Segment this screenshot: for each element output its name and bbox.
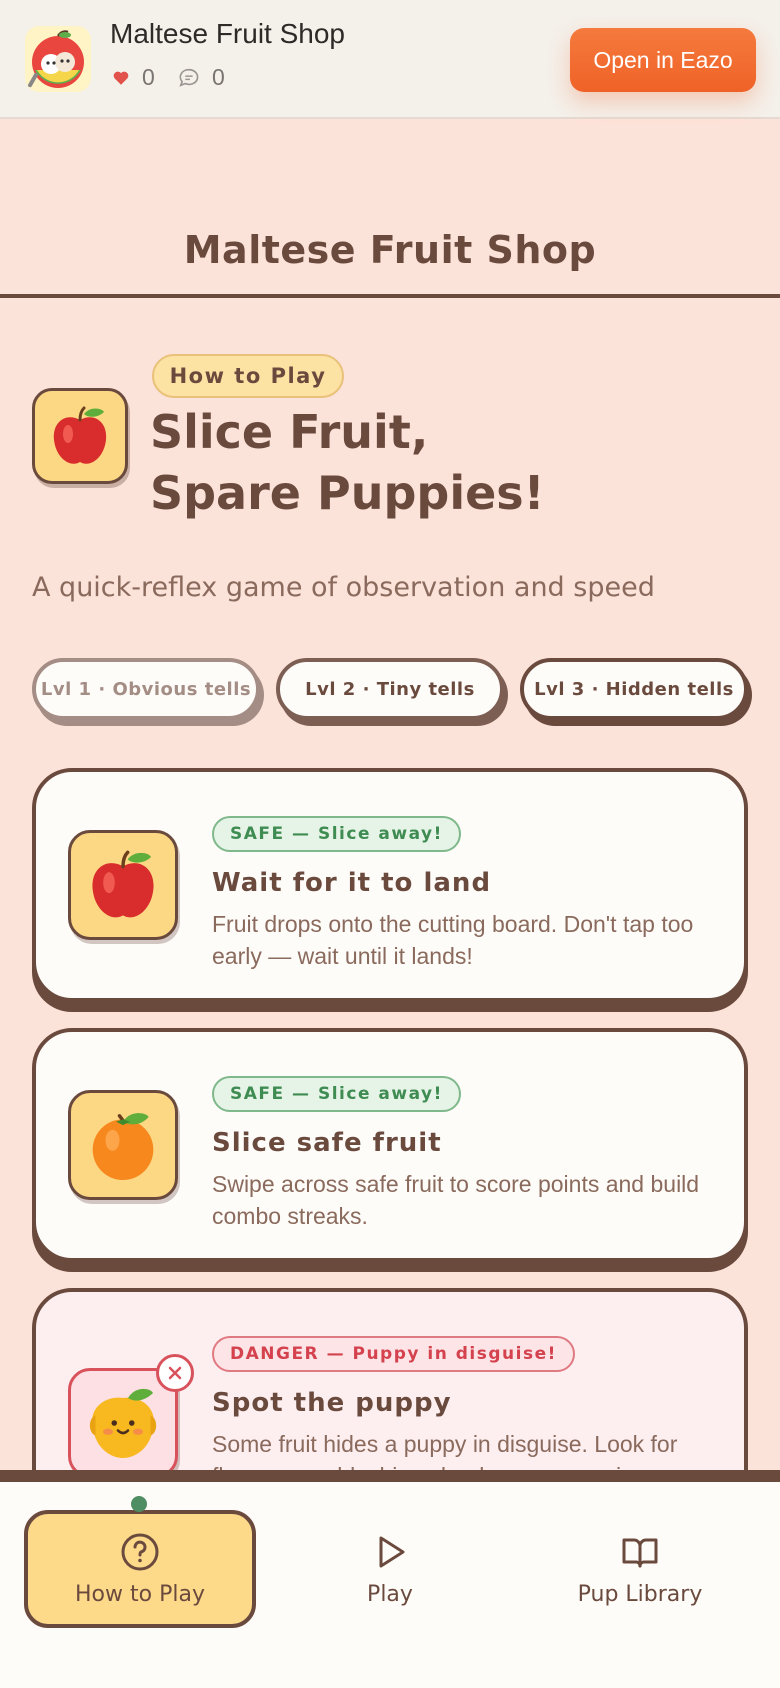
question-circle-icon	[121, 1533, 159, 1570]
how-to-play-badge: How to Play	[152, 354, 344, 398]
header-divider	[0, 294, 780, 298]
app-logo	[25, 26, 91, 92]
hero-title-line-2: Spare Puppies!	[150, 466, 545, 520]
likes-count: 0	[142, 64, 155, 90]
comment-icon	[179, 68, 199, 87]
nav-how-to-play[interactable]: How to Play	[24, 1510, 256, 1628]
card-title: Wait for it to land	[212, 868, 492, 898]
nav-label: How to Play	[75, 1581, 205, 1607]
hero-subtitle: A quick-reflex game of observation and s…	[32, 572, 655, 603]
card-body: Fruit drops onto the cutting board. Don'…	[212, 911, 694, 969]
book-icon	[622, 1538, 658, 1567]
comments-stat[interactable]: 0	[178, 64, 225, 91]
hero-title: Slice Fruit, Spare Puppies!	[150, 402, 750, 524]
app-header: Maltese Fruit Shop 0 0 Open in Eazo	[0, 0, 780, 119]
app-title: Maltese Fruit Shop	[110, 18, 345, 49]
apple-icon	[68, 830, 178, 940]
level-tab-1[interactable]: Lvl 1 · Obvious tells	[32, 658, 260, 720]
rule-card-slice: SAFE — Slice away! Slice safe fruit Swip…	[32, 1028, 748, 1262]
nav-play[interactable]: Play	[274, 1510, 506, 1628]
level-tab-2[interactable]: Lvl 2 · Tiny tells	[276, 658, 504, 720]
card-body: Swipe across safe fruit to score points …	[212, 1171, 700, 1229]
hero-title-line-1: Slice Fruit,	[150, 405, 429, 459]
likes-stat[interactable]: 0	[112, 64, 155, 91]
safe-badge: SAFE — Slice away!	[212, 816, 461, 852]
nav-label: Pup Library	[577, 1581, 703, 1607]
card-title: Spot the puppy	[212, 1388, 452, 1418]
comments-count: 0	[212, 64, 225, 90]
close-icon	[156, 1354, 194, 1392]
nav-label: Play	[367, 1581, 413, 1607]
danger-badge: DANGER — Puppy in disguise!	[212, 1336, 575, 1372]
card-title: Slice safe fruit	[212, 1128, 442, 1158]
heart-icon	[113, 71, 129, 85]
play-icon	[379, 1536, 405, 1567]
apple-icon	[32, 388, 128, 484]
page-title: Maltese Fruit Shop	[183, 228, 597, 272]
open-in-eazo-button[interactable]: Open in Eazo	[570, 28, 756, 92]
rule-card-wait: SAFE — Slice away! Wait for it to land F…	[32, 768, 748, 1002]
safe-badge: SAFE — Slice away!	[212, 1076, 461, 1112]
active-indicator-dot	[131, 1496, 147, 1512]
orange-icon	[68, 1090, 178, 1200]
bottom-nav: How to Play Play Pup Library	[0, 1470, 780, 1688]
level-tab-3[interactable]: Lvl 3 · Hidden tells	[520, 658, 748, 720]
nav-pup-library[interactable]: Pup Library	[524, 1510, 756, 1628]
